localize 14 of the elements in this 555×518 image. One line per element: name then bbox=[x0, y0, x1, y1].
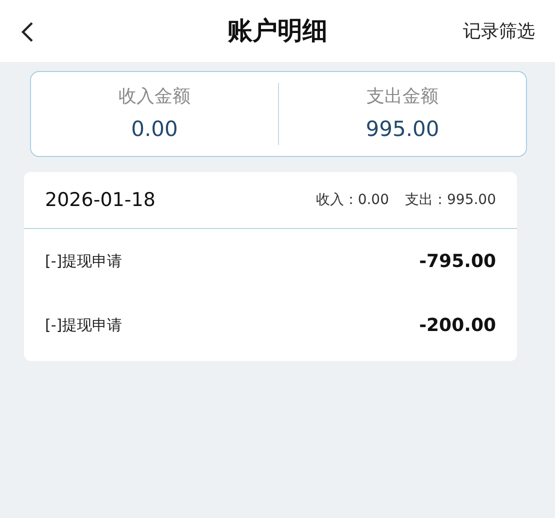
day-total: 支出：995.00 bbox=[405, 190, 496, 210]
back-button[interactable] bbox=[20, 19, 34, 43]
page-title: 账户明细 bbox=[228, 15, 328, 48]
record-title: [-]提现申请 bbox=[45, 250, 122, 272]
summary-label: 支出金额 bbox=[366, 84, 440, 109]
day-date: 2026-01-18 bbox=[45, 188, 156, 213]
day-total: 收入：0.00 bbox=[316, 190, 389, 210]
filter-link[interactable]: 记录筛选 bbox=[463, 18, 535, 44]
summary-amount: 995.00 bbox=[364, 116, 440, 143]
record-title: [-]提现申请 bbox=[45, 314, 122, 336]
record-amount: -795.00 bbox=[419, 250, 496, 274]
summary-amount: 0.00 bbox=[130, 116, 179, 143]
summary-label: 收入金额 bbox=[118, 84, 192, 109]
record-amount: -200.00 bbox=[419, 314, 496, 338]
